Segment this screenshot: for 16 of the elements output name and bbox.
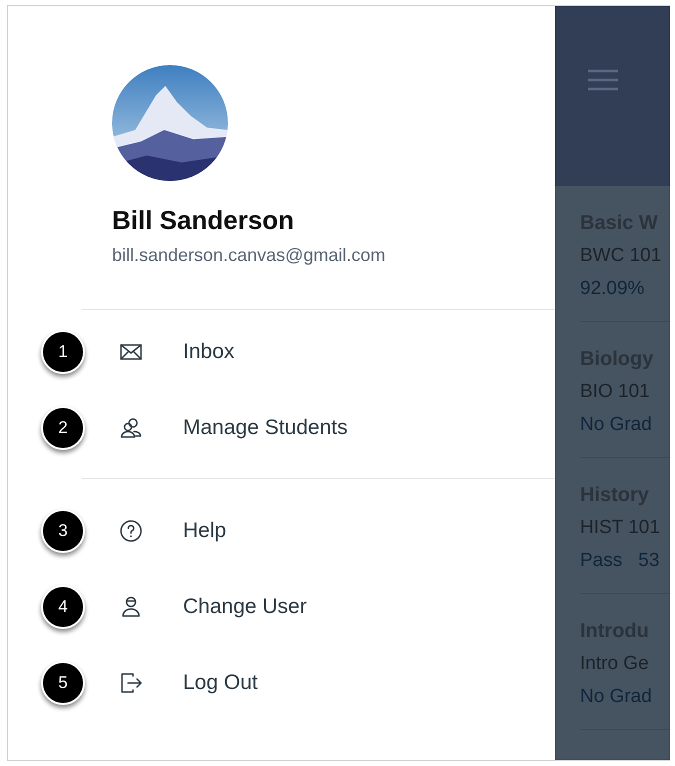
user-email: bill.sanderson.canvas@gmail.com [112, 244, 386, 268]
people-icon [119, 416, 143, 440]
menu-item[interactable]: Change User [183, 591, 307, 623]
callout-marker: 2 [41, 406, 85, 450]
help-icon [119, 519, 143, 544]
callout-marker: 3 [41, 509, 85, 554]
menu-item[interactable]: Log Out [183, 667, 258, 699]
callout-marker: 5 [41, 661, 85, 706]
user-name: Bill Sanderson [112, 205, 296, 236]
menu-icon [587, 68, 619, 92]
menu-item[interactable]: Inbox [183, 336, 234, 368]
callout-marker: 4 [41, 585, 85, 630]
callout-marker: 1 [41, 330, 85, 374]
logout-icon [119, 671, 143, 696]
menu-item[interactable]: Manage Students [183, 412, 348, 444]
menu-item[interactable]: Help [183, 515, 226, 547]
